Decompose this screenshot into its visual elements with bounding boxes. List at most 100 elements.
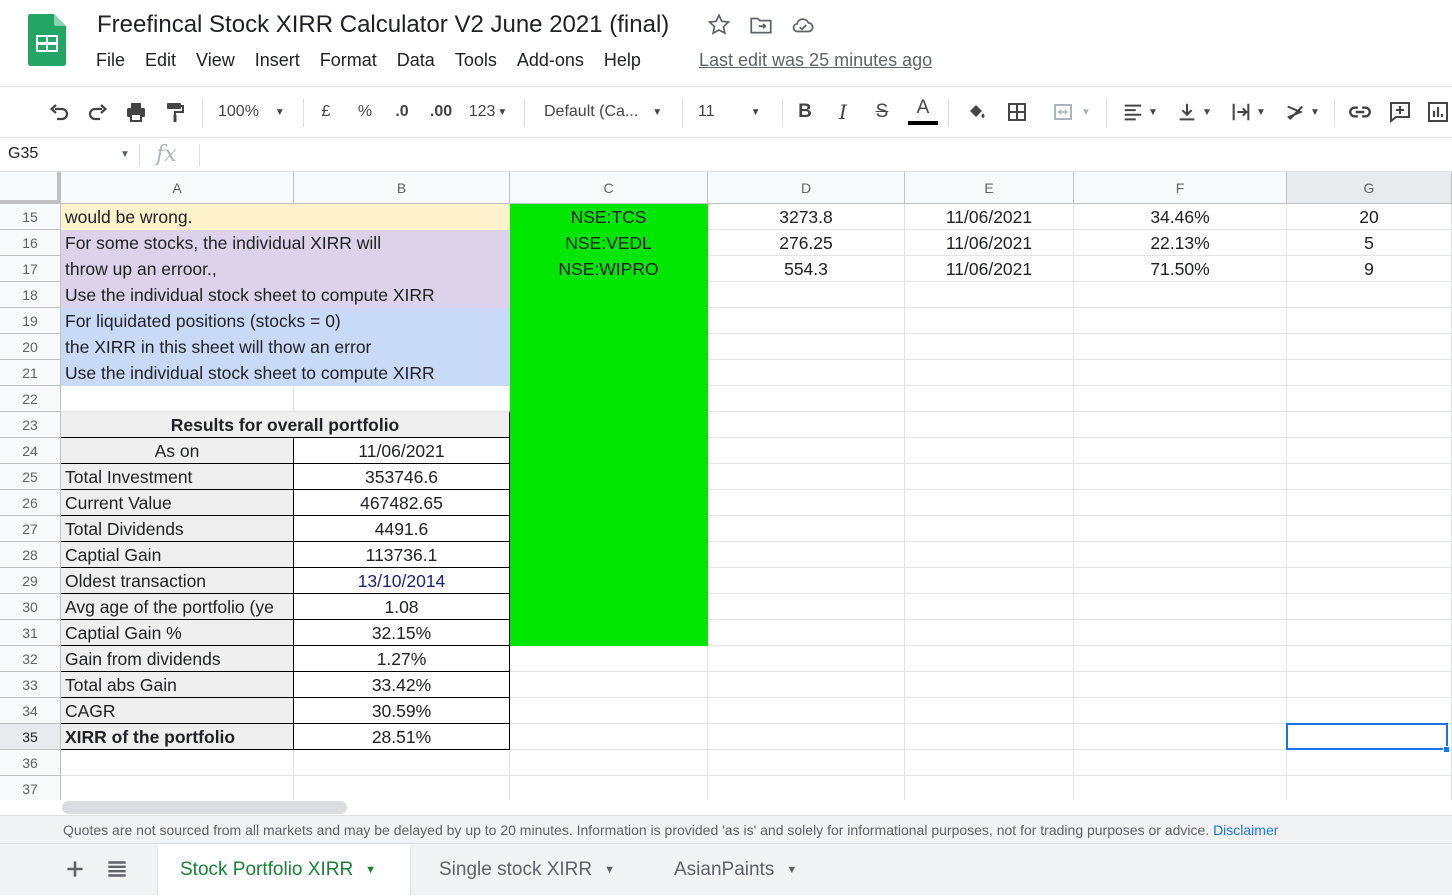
cell-e21[interactable] xyxy=(905,360,1074,386)
undo-icon[interactable] xyxy=(44,97,74,127)
cell-b27[interactable]: 4491.6 xyxy=(294,516,510,542)
cell-b32[interactable]: 1.27% xyxy=(294,646,510,672)
merge-cells-icon[interactable]: ▼ xyxy=(1044,97,1098,127)
cell-f23[interactable] xyxy=(1074,412,1287,438)
cell-b28[interactable]: 113736.1 xyxy=(294,542,510,568)
sheets-logo-icon[interactable] xyxy=(28,14,66,66)
insert-chart-icon[interactable] xyxy=(1424,97,1452,127)
row-header-19[interactable]: 19 xyxy=(0,308,61,334)
cell-b37[interactable] xyxy=(294,776,510,800)
disclaimer-link[interactable]: Disclaimer xyxy=(1213,822,1278,838)
decrease-decimal-button[interactable]: .0 xyxy=(388,97,416,127)
row-header-35[interactable]: 35 xyxy=(0,724,61,750)
cell-f27[interactable] xyxy=(1074,516,1287,542)
cell-g22[interactable] xyxy=(1287,386,1452,412)
row-header-20[interactable]: 20 xyxy=(0,334,61,360)
cell-c30[interactable] xyxy=(510,594,708,620)
increase-decimal-button[interactable]: .00 xyxy=(426,97,456,127)
cell-d27[interactable] xyxy=(708,516,905,542)
row-header-33[interactable]: 33 xyxy=(0,672,61,698)
cell-a18[interactable]: Use the individual stock sheet to comput… xyxy=(61,282,510,308)
name-box-dropdown-icon[interactable]: ▼ xyxy=(120,149,130,160)
menu-insert[interactable]: Insert xyxy=(255,50,300,76)
cell-c25[interactable] xyxy=(510,464,708,490)
cell-g27[interactable] xyxy=(1287,516,1452,542)
name-box[interactable]: G35 xyxy=(8,145,38,163)
menu-add-ons[interactable]: Add-ons xyxy=(517,50,584,76)
fill-handle[interactable] xyxy=(1443,746,1450,753)
horizontal-align-icon[interactable]: ▼ xyxy=(1118,97,1162,127)
cell-b36[interactable] xyxy=(294,750,510,776)
cell-a30[interactable]: Avg age of the portfolio (ye xyxy=(61,594,294,620)
cell-c33[interactable] xyxy=(510,672,708,698)
sheet-tab-dropdown-icon[interactable]: ▼ xyxy=(786,864,797,876)
cell-f22[interactable] xyxy=(1074,386,1287,412)
redo-icon[interactable] xyxy=(83,97,113,127)
cell-c19[interactable] xyxy=(510,308,708,334)
cell-d25[interactable] xyxy=(708,464,905,490)
cell-a35[interactable]: XIRR of the portfolio xyxy=(61,724,294,750)
cell-a32[interactable]: Gain from dividends xyxy=(61,646,294,672)
all-sheets-icon[interactable] xyxy=(104,856,130,882)
row-header-37[interactable]: 37 xyxy=(0,776,61,800)
cell-f28[interactable] xyxy=(1074,542,1287,568)
cell-g23[interactable] xyxy=(1287,412,1452,438)
cell-a29[interactable]: Oldest transaction xyxy=(61,568,294,594)
cell-g19[interactable] xyxy=(1287,308,1452,334)
row-header-22[interactable]: 22 xyxy=(0,386,61,412)
bold-button[interactable]: B xyxy=(794,97,816,127)
cell-c22[interactable] xyxy=(510,386,708,412)
cell-d19[interactable] xyxy=(708,308,905,334)
cell-c35[interactable] xyxy=(510,724,708,750)
cell-d31[interactable] xyxy=(708,620,905,646)
text-color-button[interactable]: A xyxy=(908,97,938,127)
row-header-34[interactable]: 34 xyxy=(0,698,61,724)
menu-file[interactable]: File xyxy=(96,50,125,76)
cell-f20[interactable] xyxy=(1074,334,1287,360)
currency-format-button[interactable]: £ xyxy=(314,97,338,127)
cell-d17[interactable]: 554.3 xyxy=(708,256,905,282)
menu-edit[interactable]: Edit xyxy=(145,50,176,76)
cell-d34[interactable] xyxy=(708,698,905,724)
cell-a22[interactable] xyxy=(61,386,294,412)
cell-g15[interactable]: 20 xyxy=(1287,204,1452,230)
move-to-folder-icon[interactable] xyxy=(748,12,774,38)
cell-a24[interactable]: As on xyxy=(61,438,294,464)
cell-a37[interactable] xyxy=(61,776,294,800)
cell-d22[interactable] xyxy=(708,386,905,412)
column-header-f[interactable]: F xyxy=(1074,172,1287,204)
cell-e15[interactable]: 11/06/2021 xyxy=(905,204,1074,230)
row-header-24[interactable]: 24 xyxy=(0,438,61,464)
font-size-select[interactable]: 11 ▼ xyxy=(698,97,772,127)
cloud-saved-icon[interactable] xyxy=(790,12,816,38)
cell-b31[interactable]: 32.15% xyxy=(294,620,510,646)
cell-f31[interactable] xyxy=(1074,620,1287,646)
cell-d36[interactable] xyxy=(708,750,905,776)
cell-c15[interactable]: NSE:TCS xyxy=(510,204,708,230)
cell-g20[interactable] xyxy=(1287,334,1452,360)
row-header-28[interactable]: 28 xyxy=(0,542,61,568)
insert-link-icon[interactable] xyxy=(1346,97,1374,127)
text-wrapping-icon[interactable]: ▼ xyxy=(1226,97,1270,127)
cell-f36[interactable] xyxy=(1074,750,1287,776)
cell-d35[interactable] xyxy=(708,724,905,750)
cell-e29[interactable] xyxy=(905,568,1074,594)
cell-g26[interactable] xyxy=(1287,490,1452,516)
cell-e31[interactable] xyxy=(905,620,1074,646)
cell-e35[interactable] xyxy=(905,724,1074,750)
cell-g28[interactable] xyxy=(1287,542,1452,568)
sheet-tab-stock-portfolio-xirr[interactable]: Stock Portfolio XIRR ▼ xyxy=(158,844,410,896)
column-header-b[interactable]: B xyxy=(294,172,510,204)
cell-c31[interactable] xyxy=(510,620,708,646)
borders-icon[interactable] xyxy=(1003,97,1031,127)
cell-e22[interactable] xyxy=(905,386,1074,412)
cell-g37[interactable] xyxy=(1287,776,1452,800)
row-header-21[interactable]: 21 xyxy=(0,360,61,386)
text-rotation-icon[interactable]: ▼ xyxy=(1280,97,1324,127)
cell-g36[interactable] xyxy=(1287,750,1452,776)
row-header-31[interactable]: 31 xyxy=(0,620,61,646)
cell-a17[interactable]: throw up an erroor., xyxy=(61,256,510,282)
cell-e25[interactable] xyxy=(905,464,1074,490)
cell-a31[interactable]: Captial Gain % xyxy=(61,620,294,646)
percent-format-button[interactable]: % xyxy=(353,97,377,127)
